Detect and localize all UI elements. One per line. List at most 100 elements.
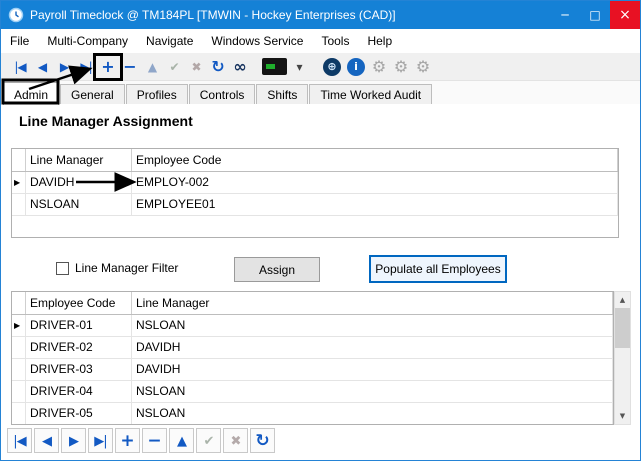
edit-record-icon[interactable]: ▲: [169, 428, 194, 453]
cell-employee-code[interactable]: DRIVER-04: [26, 381, 132, 402]
page-title: Line Manager Assignment: [19, 113, 193, 129]
window-title: Payroll Timeclock @ TM184PL [TMWIN - Hoc…: [30, 8, 396, 22]
nav-last-icon[interactable]: ▶|: [88, 428, 113, 453]
cancel-edit-icon[interactable]: ✖: [185, 56, 207, 78]
cell-employee-code[interactable]: DRIVER-02: [26, 337, 132, 358]
cell-line-manager[interactable]: DAVIDH: [132, 337, 613, 358]
tab-profiles[interactable]: Profiles: [126, 84, 188, 104]
maximize-button[interactable]: □: [580, 1, 610, 29]
grid-header-row: Employee CodeLine Manager: [12, 292, 613, 315]
insert-record-icon[interactable]: +: [115, 428, 140, 453]
menu-multi-company[interactable]: Multi-Company: [38, 29, 137, 53]
menu-windows-service[interactable]: Windows Service: [202, 29, 312, 53]
checkbox-box[interactable]: [56, 262, 69, 275]
gear-3-icon[interactable]: ⚙: [412, 56, 434, 78]
current-row-indicator: ▶: [12, 172, 26, 193]
tab-strip: AdminGeneralProfilesControlsShiftsTime W…: [1, 81, 640, 104]
scrollbar-thumb[interactable]: [615, 308, 630, 348]
row-selector: [12, 381, 26, 402]
scroll-down-icon[interactable]: ▼: [615, 408, 630, 424]
cell-line-manager[interactable]: NSLOAN: [132, 381, 613, 402]
cancel-edit-icon[interactable]: ✖: [223, 428, 248, 453]
cell-line-manager[interactable]: DAVIDH: [26, 172, 132, 193]
edit-record-icon[interactable]: ▲: [141, 56, 163, 78]
table-row[interactable]: DRIVER-02DAVIDH: [12, 337, 613, 359]
main-toolbar: |◀◀▶▶|+−▲✔✖↻∞▾⊕i⚙⚙⚙: [1, 53, 640, 81]
nav-first-icon[interactable]: |◀: [9, 56, 31, 78]
timeclock-device-icon[interactable]: [262, 58, 287, 75]
post-edit-icon[interactable]: ✔: [163, 56, 185, 78]
delete-record-icon[interactable]: −: [119, 56, 141, 78]
line-manager-filter-checkbox[interactable]: Line Manager Filter: [56, 261, 178, 275]
cell-employee-code[interactable]: EMPLOYEE01: [132, 194, 618, 215]
populate-all-employees-button[interactable]: Populate all Employees: [369, 255, 507, 283]
cell-line-manager[interactable]: NSLOAN: [132, 403, 613, 424]
info-icon[interactable]: i: [347, 58, 365, 76]
cell-line-manager[interactable]: DAVIDH: [132, 359, 613, 380]
device-dropdown-icon[interactable]: ▾: [288, 56, 310, 78]
app-window: Payroll Timeclock @ TM184PL [TMWIN - Hoc…: [0, 0, 641, 461]
preview-glasses-icon[interactable]: ∞: [229, 56, 251, 78]
post-edit-icon[interactable]: ✔: [196, 428, 221, 453]
tab-time-worked-audit[interactable]: Time Worked Audit: [309, 84, 432, 104]
current-row-indicator: ▶: [12, 315, 26, 336]
tab-general[interactable]: General: [60, 84, 125, 104]
tab-admin[interactable]: Admin: [3, 82, 59, 105]
assignment-grid: Line ManagerEmployee Code▶DAVIDHEMPLOY-0…: [11, 148, 619, 238]
column-header-employee-code[interactable]: Employee Code: [132, 149, 618, 171]
cell-employee-code[interactable]: DRIVER-01: [26, 315, 132, 336]
column-header-line-manager[interactable]: Line Manager: [132, 292, 613, 314]
refresh-icon[interactable]: ↻: [250, 428, 275, 453]
row-selector-header: [12, 149, 26, 171]
tab-controls[interactable]: Controls: [189, 84, 256, 104]
device-screen: [266, 64, 275, 69]
gear-1-icon[interactable]: ⚙: [368, 56, 390, 78]
column-header-employee-code[interactable]: Employee Code: [26, 292, 132, 314]
menubar: FileMulti-CompanyNavigateWindows Service…: [1, 29, 640, 53]
cell-line-manager[interactable]: NSLOAN: [132, 315, 613, 336]
table-row[interactable]: DRIVER-05NSLOAN: [12, 403, 613, 425]
menu-navigate[interactable]: Navigate: [137, 29, 202, 53]
cell-line-manager[interactable]: NSLOAN: [26, 194, 132, 215]
nav-prior-icon[interactable]: ◀: [31, 56, 53, 78]
delete-record-icon[interactable]: −: [142, 428, 167, 453]
cell-employee-code[interactable]: DRIVER-03: [26, 359, 132, 380]
row-selector-header: [12, 292, 26, 314]
refresh-icon[interactable]: ↻: [207, 56, 229, 78]
separator-2: [310, 56, 320, 78]
table-row[interactable]: NSLOANEMPLOYEE01: [12, 194, 618, 216]
assign-button[interactable]: Assign: [234, 257, 320, 282]
vertical-scrollbar[interactable]: ▲ ▼: [614, 291, 631, 425]
table-row[interactable]: ▶DAVIDHEMPLOY-002: [12, 172, 618, 194]
gear-2-icon[interactable]: ⚙: [390, 56, 412, 78]
caption-buttons: ─ □ ×: [550, 1, 640, 29]
app-icon: [8, 7, 24, 23]
table-row[interactable]: DRIVER-03DAVIDH: [12, 359, 613, 381]
nav-next-icon[interactable]: ▶: [53, 56, 75, 78]
row-selector: [12, 337, 26, 358]
row-selector: [12, 403, 26, 424]
employee-grid-container: Employee CodeLine Manager▶DRIVER-01NSLOA…: [11, 291, 631, 425]
menu-tools[interactable]: Tools: [312, 29, 358, 53]
cell-employee-code[interactable]: EMPLOY-002: [132, 172, 618, 193]
menu-file[interactable]: File: [1, 29, 38, 53]
nav-last-icon[interactable]: ▶|: [75, 56, 97, 78]
row-selector: [12, 194, 26, 215]
insert-record-icon[interactable]: +: [97, 56, 119, 78]
cell-employee-code[interactable]: DRIVER-05: [26, 403, 132, 424]
table-row[interactable]: DRIVER-04NSLOAN: [12, 381, 613, 403]
titlebar: Payroll Timeclock @ TM184PL [TMWIN - Hoc…: [1, 1, 640, 29]
column-header-line-manager[interactable]: Line Manager: [26, 149, 132, 171]
table-row[interactable]: ▶DRIVER-01NSLOAN: [12, 315, 613, 337]
menu-help[interactable]: Help: [358, 29, 401, 53]
tab-shifts[interactable]: Shifts: [256, 84, 308, 104]
nav-first-icon[interactable]: |◀: [7, 428, 32, 453]
nav-prior-icon[interactable]: ◀: [34, 428, 59, 453]
minimize-button[interactable]: ─: [550, 1, 580, 29]
checkbox-label: Line Manager Filter: [75, 261, 178, 275]
globe-icon[interactable]: ⊕: [323, 58, 341, 76]
close-button[interactable]: ×: [610, 1, 640, 29]
scroll-up-icon[interactable]: ▲: [615, 292, 630, 308]
employee-grid: Employee CodeLine Manager▶DRIVER-01NSLOA…: [11, 291, 614, 425]
nav-next-icon[interactable]: ▶: [61, 428, 86, 453]
